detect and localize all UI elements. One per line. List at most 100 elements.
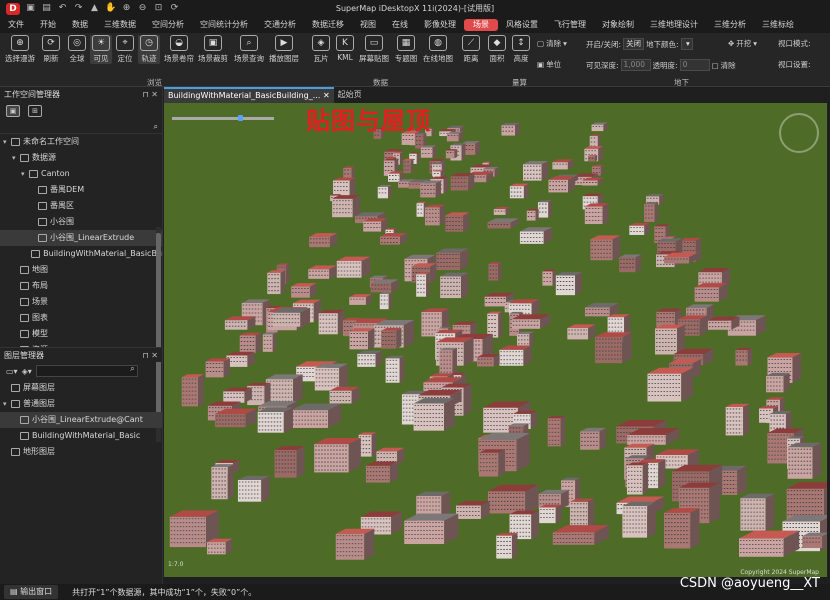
globe-button[interactable]: ◎ 全球 [66,35,88,64]
menu-3[interactable]: 三维数据 [96,17,144,33]
workspace-tree-item[interactable]: 番禺DEM [0,182,162,198]
open-close-select[interactable]: 关闭 [623,38,645,50]
tile-button[interactable]: ◈ 瓦片 [310,35,332,64]
unit-button[interactable]: ▣ 单位 [537,59,561,70]
online-map-button[interactable]: ◍ 在线地图 [422,35,454,64]
menu-14[interactable]: 对象绘制 [594,17,642,33]
transparency-input[interactable]: 0 [679,59,710,71]
menu-9[interactable]: 在线 [384,17,416,33]
workspace-tree-item[interactable]: 地图 [0,262,162,278]
building [329,386,360,404]
tree-item-label: 番禺DEM [50,185,85,194]
workspace-tree-item[interactable]: BuildingWithMaterial_BasicBu [0,246,162,262]
kml-button[interactable]: K KML [334,35,356,62]
close-icon[interactable]: ✕ [323,91,330,100]
distance-button[interactable]: ⟋ 距离 [460,35,482,64]
clip-button[interactable]: ▣ 场景裁剪 [197,35,229,64]
layers-tree-item[interactable]: BuildingWithMaterial_Basic [0,428,162,444]
query-button[interactable]: ⌕ 场景查询 [233,35,265,64]
workspace-tree-item[interactable]: ▾ Canton [0,166,162,182]
expand-arrow-icon[interactable]: ▾ [3,396,11,412]
play-layer-button[interactable]: ▶ 播放图层 [268,35,300,64]
visible-button[interactable]: ☀ 可见 [90,35,112,64]
locate-button[interactable]: ⌖ 定位 [114,35,136,64]
menu-4[interactable]: 空间分析 [144,17,192,33]
workspace-tree-item[interactable]: 布局 [0,278,162,294]
redo-icon[interactable]: ↷ [73,3,84,14]
workspace-tree-item[interactable]: ▾ 数据源 [0,150,162,166]
pan-icon[interactable]: ✋ [105,3,116,14]
menu-11[interactable]: 场景 [464,19,498,31]
height-button[interactable]: ↕ 高度 [510,35,532,64]
swipe-button[interactable]: ◒ 场景卷帘 [163,35,195,64]
underground-toggle[interactable]: 开启/关闭: 关闭 地下颜色: ▾ [586,38,693,50]
workspace-tree-item[interactable]: 图表 [0,310,162,326]
screen-texture-button[interactable]: ▭ 屏幕贴图 [358,35,390,64]
zoom-out-icon[interactable]: ⊖ [137,3,148,14]
slider-handle[interactable] [238,115,243,121]
menu-15[interactable]: 三维地理设计 [642,17,706,33]
search-icon[interactable]: ⌕ [154,122,158,132]
building [425,204,445,226]
workspace-tree-item[interactable]: 小谷围 [0,214,162,230]
clear-underground-button[interactable]: 清除 [721,60,736,71]
refresh-button[interactable]: ⟳ 刷新 [38,35,64,64]
folder-icon[interactable]: ▭▾ [6,367,18,376]
undo-icon[interactable]: ↶ [57,3,68,14]
refresh-icon[interactable]: ⟳ [169,3,180,14]
menu-17[interactable]: 三维标绘 [754,17,802,33]
scene-viewport[interactable]: 贴图与屋顶 1:7.0 Copyright 2024 SuperMap [164,103,827,577]
workspace-tree-item[interactable]: 场景 [0,294,162,310]
open-icon[interactable]: ▤ [41,3,52,14]
expand-arrow-icon[interactable]: ▾ [12,150,20,166]
underground-color-picker[interactable]: ▾ [680,38,693,50]
area-button[interactable]: ◆ 面积 [486,35,508,64]
menu-13[interactable]: 飞行管理 [546,17,594,33]
roam-button[interactable]: ⊕ 选择漫游 [4,35,36,64]
building [420,180,441,198]
layers-tree-item[interactable]: 地形图层 [0,444,162,460]
layers-tree-item[interactable]: 小谷围_LinearExtrude@Cant [0,412,162,428]
menu-7[interactable]: 数据迁移 [304,17,352,33]
layers-tree-item[interactable]: ▾ 普通图层 [0,396,162,412]
track-button[interactable]: ◷ 轨迹 [138,35,160,64]
clear-measure-button[interactable]: ▢ 清除 ▾ [537,38,567,49]
excavate-button[interactable]: ✥ 开挖 ▾ [728,38,757,49]
menu-6[interactable]: 交通分析 [256,17,304,33]
layers-tree-item[interactable]: 屏幕图层 [0,380,162,396]
workspace-tree-item[interactable]: 小谷围_LinearExtrude [0,230,162,246]
layers-icon[interactable]: ◈▾ [22,367,32,376]
zoom-in-icon[interactable]: ⊕ [121,3,132,14]
thematic-button[interactable]: ▦ 专题图 [392,35,420,64]
workspace-tree-item[interactable]: ▾ 未命名工作空间 [0,134,162,150]
select-icon[interactable]: ▲ [89,3,100,14]
compass[interactable] [779,113,819,153]
menu-2[interactable]: 数据 [64,17,96,33]
menu-8[interactable]: 视图 [352,17,384,33]
visible-depth-input[interactable]: 1,000 [620,59,651,71]
search-icon[interactable]: ⌕ [130,364,134,374]
menu-1[interactable]: 开始 [32,17,64,33]
menu-10[interactable]: 影像处理 [416,17,464,33]
workspace-tree-item[interactable]: 番禺区 [0,198,162,214]
menu-16[interactable]: 三维分析 [706,17,754,33]
workspace-group-icon[interactable]: ⊞ [28,105,42,117]
save-icon[interactable]: ▣ [25,3,36,14]
close-icon[interactable]: ⊓ ✕ [143,348,159,363]
menu-5[interactable]: 空间统计分析 [192,17,256,33]
workspace-view-icon[interactable]: ▣ [6,105,20,117]
navigation-slider[interactable] [172,115,274,121]
menu-0[interactable]: 文件 [0,17,32,33]
expand-arrow-icon[interactable]: ▾ [21,166,29,182]
workspace-search[interactable]: ⌕ [0,120,162,134]
expand-arrow-icon[interactable]: ▾ [3,134,11,150]
visible-depth-row: 可见深度: 1,000 透明度: 0 ▢ 清除 [586,59,736,71]
output-window-tab[interactable]: ▤ 输出窗口 [4,585,59,599]
menu-12[interactable]: 风格设置 [498,17,546,33]
tab-start-page[interactable]: 起始页 [334,87,366,103]
layer-search-input[interactable]: ⌕ [35,364,138,377]
workspace-tree-item[interactable]: 模型 [0,326,162,342]
tab-scene[interactable]: BuildingWithMaterial_BasicBuilding_... ✕ [164,87,334,103]
fit-icon[interactable]: ⊡ [153,3,164,14]
close-icon[interactable]: ⊓ ✕ [143,87,159,102]
